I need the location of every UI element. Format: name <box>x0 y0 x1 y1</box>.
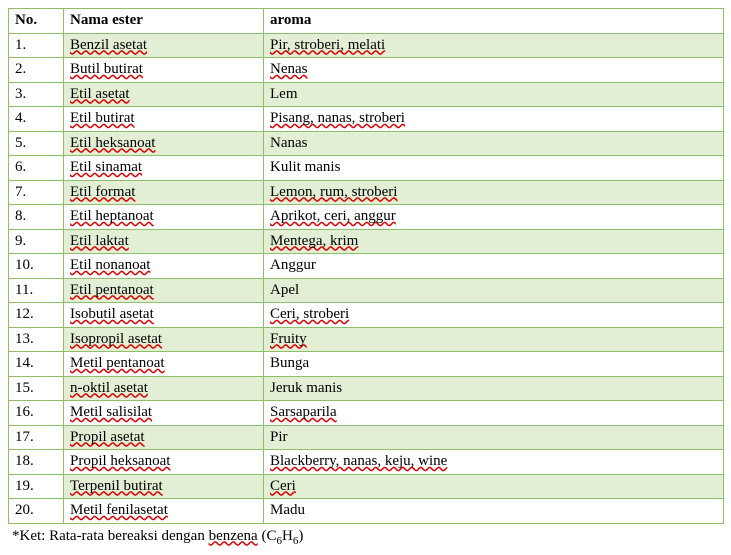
cell-aroma: Mentega, krim <box>264 229 724 254</box>
table-row: 14.Metil pentanoatBunga <box>9 352 724 377</box>
cell-ester-name: Propil asetat <box>64 425 264 450</box>
table-header-row: No. Nama ester aroma <box>9 9 724 34</box>
cell-aroma: Lem <box>264 82 724 107</box>
header-name: Nama ester <box>64 9 264 34</box>
cell-no: 9. <box>9 229 64 254</box>
table-row: 17.Propil asetatPir <box>9 425 724 450</box>
table-row: 3.Etil asetatLem <box>9 82 724 107</box>
cell-ester-name: Etil laktat <box>64 229 264 254</box>
cell-ester-name: Etil sinamat <box>64 156 264 181</box>
cell-aroma: Blackberry, nanas, keju, wine <box>264 450 724 475</box>
cell-aroma: Pisang, nanas, stroberi <box>264 107 724 132</box>
table-row: 10.Etil nonanoatAnggur <box>9 254 724 279</box>
table-row: 5.Etil heksanoatNanas <box>9 131 724 156</box>
cell-no: 11. <box>9 278 64 303</box>
table-row: 7.Etil formatLemon, rum, stroberi <box>9 180 724 205</box>
cell-no: 10. <box>9 254 64 279</box>
cell-ester-name: Etil pentanoat <box>64 278 264 303</box>
cell-ester-name: Butil butirat <box>64 58 264 83</box>
cell-no: 16. <box>9 401 64 426</box>
cell-aroma: Pir, stroberi, melati <box>264 33 724 58</box>
cell-ester-name: Etil format <box>64 180 264 205</box>
caption-formula: (C6H6) <box>258 528 304 544</box>
cell-aroma: Pir <box>264 425 724 450</box>
header-aroma: aroma <box>264 9 724 34</box>
cell-ester-name: Propil heksanoat <box>64 450 264 475</box>
cell-aroma: Aprikot, ceri, anggur <box>264 205 724 230</box>
cell-aroma: Ceri, stroberi <box>264 303 724 328</box>
cell-no: 3. <box>9 82 64 107</box>
table-row: 11.Etil pentanoatApel <box>9 278 724 303</box>
table-row: 15.n-oktil asetatJeruk manis <box>9 376 724 401</box>
cell-no: 1. <box>9 33 64 58</box>
ester-table: No. Nama ester aroma 1.Benzil asetatPir,… <box>8 8 724 524</box>
table-row: 4.Etil butiratPisang, nanas, stroberi <box>9 107 724 132</box>
table-row: 2.Butil butiratNenas <box>9 58 724 83</box>
table-row: 16.Metil salisilatSarsaparila <box>9 401 724 426</box>
table-row: 12.Isobutil asetatCeri, stroberi <box>9 303 724 328</box>
cell-ester-name: Metil fenilasetat <box>64 499 264 524</box>
cell-no: 6. <box>9 156 64 181</box>
cell-aroma: Nenas <box>264 58 724 83</box>
cell-no: 5. <box>9 131 64 156</box>
cell-no: 2. <box>9 58 64 83</box>
cell-aroma: Apel <box>264 278 724 303</box>
cell-ester-name: Etil butirat <box>64 107 264 132</box>
cell-aroma: Kulit manis <box>264 156 724 181</box>
table-row: 1.Benzil asetatPir, stroberi, melati <box>9 33 724 58</box>
cell-aroma: Anggur <box>264 254 724 279</box>
table-row: 8.Etil heptanoatAprikot, ceri, anggur <box>9 205 724 230</box>
table-row: 13.Isopropil asetatFruity <box>9 327 724 352</box>
cell-no: 12. <box>9 303 64 328</box>
cell-ester-name: Etil heksanoat <box>64 131 264 156</box>
table-row: 9.Etil laktatMentega, krim <box>9 229 724 254</box>
cell-aroma: Jeruk manis <box>264 376 724 401</box>
cell-aroma: Bunga <box>264 352 724 377</box>
cell-ester-name: n-oktil asetat <box>64 376 264 401</box>
cell-aroma: Fruity <box>264 327 724 352</box>
caption-prefix: *Ket: Rata-rata bereaksi dengan <box>12 528 209 544</box>
cell-ester-name: Benzil asetat <box>64 33 264 58</box>
cell-no: 8. <box>9 205 64 230</box>
cell-no: 14. <box>9 352 64 377</box>
cell-no: 19. <box>9 474 64 499</box>
header-no: No. <box>9 9 64 34</box>
cell-ester-name: Etil asetat <box>64 82 264 107</box>
table-row: 19.Terpenil butiratCeri <box>9 474 724 499</box>
cell-ester-name: Metil salisilat <box>64 401 264 426</box>
cell-no: 20. <box>9 499 64 524</box>
table-row: 20.Metil fenilasetatMadu <box>9 499 724 524</box>
cell-aroma: Ceri <box>264 474 724 499</box>
table-caption: *Ket: Rata-rata bereaksi dengan benzena … <box>8 528 723 547</box>
cell-no: 4. <box>9 107 64 132</box>
table-row: 18.Propil heksanoatBlackberry, nanas, ke… <box>9 450 724 475</box>
table-row: 6.Etil sinamatKulit manis <box>9 156 724 181</box>
cell-aroma: Madu <box>264 499 724 524</box>
cell-no: 17. <box>9 425 64 450</box>
cell-aroma: Nanas <box>264 131 724 156</box>
cell-ester-name: Metil pentanoat <box>64 352 264 377</box>
cell-ester-name: Etil nonanoat <box>64 254 264 279</box>
cell-ester-name: Isobutil asetat <box>64 303 264 328</box>
cell-no: 15. <box>9 376 64 401</box>
cell-no: 7. <box>9 180 64 205</box>
cell-aroma: Lemon, rum, stroberi <box>264 180 724 205</box>
cell-ester-name: Isopropil asetat <box>64 327 264 352</box>
cell-ester-name: Etil heptanoat <box>64 205 264 230</box>
cell-aroma: Sarsaparila <box>264 401 724 426</box>
caption-benzena: benzena <box>209 528 258 544</box>
cell-ester-name: Terpenil butirat <box>64 474 264 499</box>
cell-no: 13. <box>9 327 64 352</box>
cell-no: 18. <box>9 450 64 475</box>
